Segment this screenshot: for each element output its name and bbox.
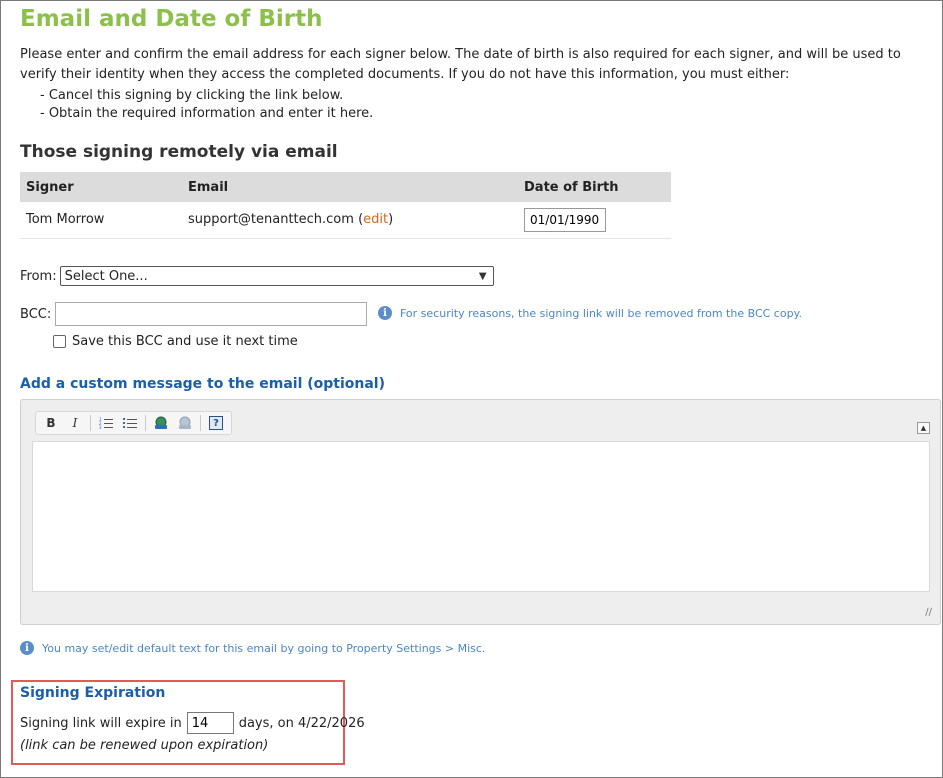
instruction-item: - Cancel this signing by clicking the li… [40, 88, 344, 103]
from-row: From: Select One... ▼ [20, 266, 494, 286]
numbered-list-icon: 123 [99, 417, 113, 429]
insert-link-button[interactable] [150, 413, 172, 433]
custom-message-heading: Add a custom message to the email (optio… [20, 376, 386, 392]
instruction-item: - Obtain the required information and en… [40, 106, 374, 121]
expiration-suffix: days, on 4/22/2026 [238, 715, 365, 731]
bcc-input[interactable] [55, 302, 368, 326]
bold-button[interactable]: B [40, 413, 62, 433]
signer-email: support@tenanttech.com [188, 212, 354, 228]
rich-text-editor: B I 123 ? ▲ ∕∕ [20, 399, 941, 625]
default-text-note: i You may set/edit default text for this… [20, 641, 485, 655]
expiration-prefix: Signing link will expire in [20, 715, 182, 731]
bcc-row: BCC: [20, 302, 368, 326]
intro-text: Please enter and confirm the email addre… [20, 47, 901, 82]
dob-input[interactable] [524, 207, 606, 232]
toolbar-divider [145, 415, 146, 431]
page-title: Email and Date of Birth [20, 6, 323, 32]
toolbar-divider [90, 415, 91, 431]
editor-toolbar: B I 123 ? [35, 411, 232, 435]
bcc-label: BCC: [20, 306, 52, 322]
numbered-list-button[interactable]: 123 [95, 413, 117, 433]
save-bcc-row: Save this BCC and use it next time [53, 334, 298, 349]
bcc-security-note: i For security reasons, the signing link… [378, 306, 802, 320]
link-icon [155, 416, 167, 429]
column-header-dob: Date of Birth [518, 172, 671, 202]
from-label: From: [20, 268, 57, 284]
signer-name: Tom Morrow [20, 202, 182, 239]
signer-email-cell: support@tenanttech.com (edit) [182, 202, 518, 239]
dob-cell [518, 202, 671, 239]
info-icon: i [20, 641, 34, 655]
edit-email-link[interactable]: edit [363, 212, 388, 227]
expiration-note: (link can be renewed upon expiration) [20, 738, 269, 753]
table-row: Tom Morrow support@tenanttech.com (edit) [20, 202, 671, 239]
signers-table: Signer Email Date of Birth Tom Morrow su… [20, 172, 671, 239]
collapse-toolbar-button[interactable]: ▲ [917, 422, 930, 434]
from-select[interactable]: Select One... ▼ [59, 266, 494, 286]
info-icon: i [378, 306, 392, 320]
from-selected-value: Select One... [64, 268, 148, 284]
save-bcc-label: Save this BCC and use it next time [72, 334, 298, 349]
resize-handle-icon[interactable]: ∕∕ [925, 607, 932, 618]
expiration-heading: Signing Expiration [20, 685, 166, 701]
expiration-row: Signing link will expire in days, on 4/2… [20, 712, 365, 734]
bulleted-list-icon [123, 418, 137, 428]
svg-text:3: 3 [99, 425, 102, 429]
bulleted-list-button[interactable] [119, 413, 141, 433]
unlink-icon [179, 416, 191, 429]
edit-open-paren: ( [353, 212, 364, 228]
unlink-button[interactable] [174, 413, 196, 433]
help-button[interactable]: ? [205, 413, 227, 433]
help-icon: ? [209, 416, 223, 430]
table-header-row: Signer Email Date of Birth [20, 172, 671, 202]
column-header-signer: Signer [20, 172, 182, 202]
save-bcc-checkbox[interactable] [53, 335, 66, 348]
instruction-list: - Cancel this signing by clicking the li… [40, 87, 373, 123]
expiration-days-input[interactable] [186, 712, 234, 734]
column-header-email: Email [182, 172, 518, 202]
message-body-input[interactable] [32, 441, 930, 592]
remote-signers-heading: Those signing remotely via email [20, 142, 338, 162]
chevron-down-icon: ▼ [478, 270, 487, 282]
toolbar-divider [200, 415, 201, 431]
edit-close-paren: ) [388, 212, 394, 228]
italic-button[interactable]: I [64, 413, 86, 433]
default-note-text: You may set/edit default text for this e… [42, 641, 486, 655]
bcc-note-text: For security reasons, the signing link w… [400, 306, 803, 320]
